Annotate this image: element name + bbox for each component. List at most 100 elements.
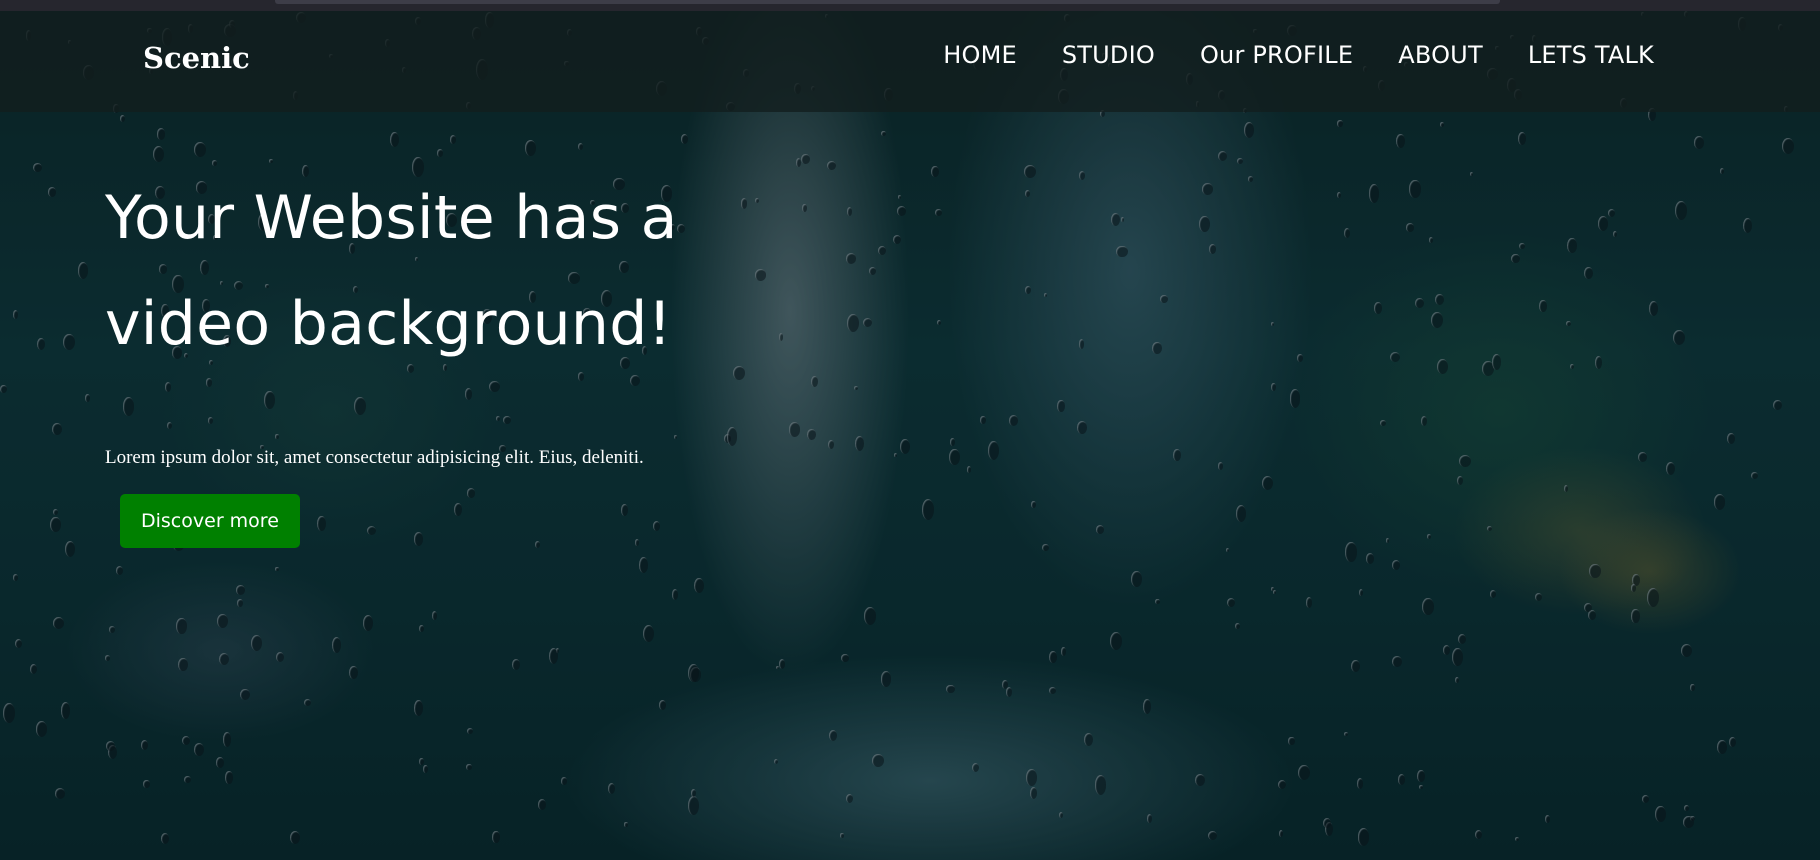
logo[interactable]: Scenic [143,41,250,75]
raindrop [880,671,892,688]
raindrop [178,657,188,671]
raindrop [1426,533,1431,539]
raindrop [1584,266,1594,280]
raindrop [1057,400,1065,413]
raindrop [840,833,844,838]
raindrop [1226,597,1236,608]
raindrop [688,663,699,682]
raindrop [1434,294,1444,306]
raindrop [845,793,854,804]
raindrop [1083,732,1093,747]
raindrop [1630,584,1637,592]
raindrop [223,732,232,747]
raindrop [1631,609,1640,623]
raindrop [1356,778,1364,790]
raindrop [1261,475,1274,491]
raindrop [853,385,858,391]
nav-links: HOME STUDIO Our PROFILE ABOUT LETS TALK [943,41,1654,69]
raindrop [971,763,979,773]
raindrop [1514,836,1520,842]
raindrop [1517,131,1526,145]
raindrop [12,309,18,320]
nav-link-lets-talk[interactable]: LETS TALK [1528,41,1654,69]
raindrop [949,448,960,466]
raindrop [1298,764,1311,781]
raindrop [349,665,359,679]
raindrop [980,415,986,425]
raindrop [1563,485,1568,493]
hero-content: Your Website has a video background! Lor… [105,165,805,548]
raindrop [1415,298,1424,309]
raindrop [1380,420,1386,426]
raindrop [15,638,23,649]
raindrop [105,741,116,752]
raindrop [893,453,898,458]
raindrop [828,729,838,741]
raindrop [52,423,62,436]
raindrop [193,142,206,157]
raindrop [240,688,251,700]
raindrop [78,262,89,279]
raindrop [643,625,655,643]
raindrop [688,796,700,816]
raindrop [54,788,66,800]
raindrop [1389,352,1401,363]
raindrop [1727,432,1735,444]
raindrop [1131,570,1142,588]
raindrop [1209,244,1217,254]
raindrop [807,429,817,440]
raindrop [672,588,679,600]
raindrop [511,659,521,671]
raindrop [1025,286,1032,295]
raindrop [1143,699,1152,714]
raindrop [1109,632,1122,651]
raindrop [1457,633,1466,644]
raindrop [826,160,836,171]
raindrop [1567,238,1577,254]
raindrop [1607,209,1616,218]
raindrop [32,162,42,172]
raindrop [560,776,568,785]
raindrop [897,206,907,216]
raindrop [1417,770,1425,782]
raindrop [1111,213,1121,227]
raindrop [0,384,7,393]
raindrop [1217,462,1223,470]
raindrop [1146,813,1153,824]
raindrop [1152,341,1163,355]
raindrop [1613,230,1618,238]
raindrop [1005,687,1012,697]
raindrop [680,134,689,145]
raindrop [1396,133,1406,149]
raindrop [1078,339,1085,350]
nav-link-about[interactable]: ABOUT [1398,41,1483,69]
raindrop [1116,245,1128,258]
raindrop [432,610,438,620]
raindrop [1029,787,1037,800]
raindrop [275,566,280,572]
raindrop [1043,293,1047,298]
raindrop [35,720,48,737]
nav-link-studio[interactable]: STUDIO [1062,41,1155,69]
raindrop [1058,811,1064,819]
raindrop [53,509,58,516]
raindrop [1409,180,1421,198]
discover-more-button[interactable]: Discover more [120,494,300,548]
raindrop [466,763,472,771]
raindrop [1457,476,1463,486]
nav-link-our-profile[interactable]: Our PROFILE [1200,41,1353,69]
raindrop [694,577,705,594]
raindrop [65,541,76,558]
raindrop [892,234,902,244]
raindrop [1374,302,1383,314]
raindrop [115,565,124,575]
nav-link-home[interactable]: HOME [943,41,1017,69]
raindrop [36,337,45,350]
raindrop [1345,542,1357,562]
raindrop [1397,774,1405,785]
raindrop [1422,598,1434,616]
raindrop [85,394,90,402]
raindrop [801,153,810,165]
raindrop [1270,586,1274,592]
raindrop [1195,773,1206,787]
